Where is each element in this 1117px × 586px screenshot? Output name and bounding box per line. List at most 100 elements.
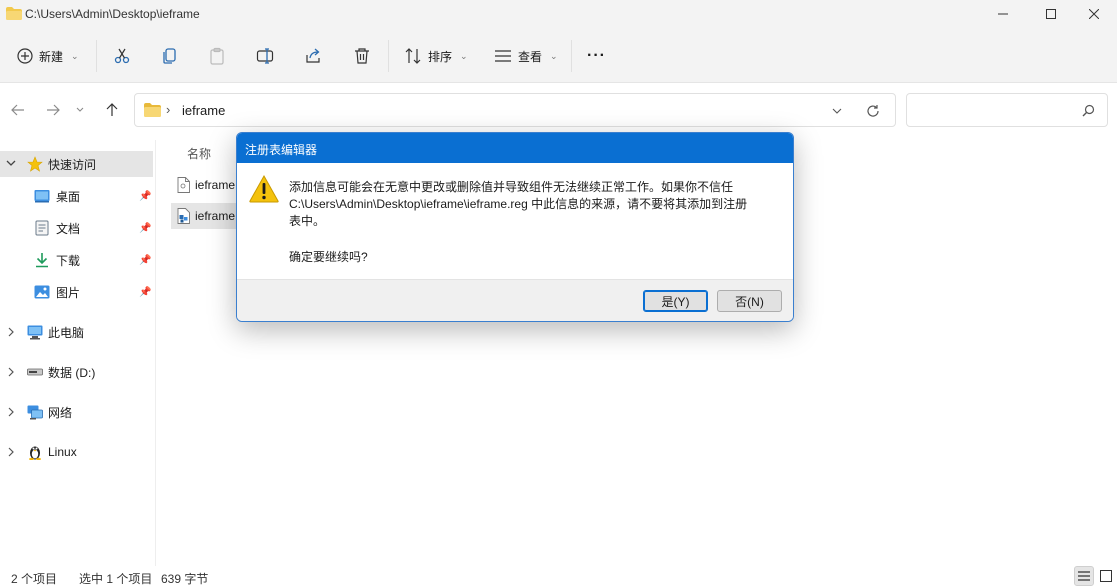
back-button[interactable] <box>7 99 29 121</box>
large-icons-view-button[interactable] <box>1096 566 1116 586</box>
arrow-left-icon <box>11 104 24 116</box>
registry-editor-dialog: 注册表编辑器 添加信息可能会在无意中更改或删除值并导致组件无法继续正常工作。如果… <box>236 132 794 322</box>
paste-button[interactable] <box>208 44 226 68</box>
copy-button[interactable] <box>161 44 179 68</box>
dialog-title: 注册表编辑器 <box>245 143 318 157</box>
reg-file-icon <box>177 208 190 224</box>
toolbar-divider <box>571 40 572 72</box>
close-icon <box>1089 9 1099 19</box>
network-icon <box>27 404 43 420</box>
minimize-icon <box>998 13 1008 15</box>
more-options-button[interactable]: ··· <box>587 44 606 68</box>
sidebar-item-pictures[interactable]: 图片 📌 <box>0 279 153 305</box>
sort-button[interactable]: 排序 ⌄ <box>404 44 468 68</box>
arrow-right-icon <box>47 104 60 116</box>
sidebar-item-label: 桌面 <box>56 189 81 204</box>
chevron-right-icon <box>8 367 14 377</box>
minimize-button[interactable] <box>980 0 1026 28</box>
selection-size: 639 字节 <box>161 572 209 586</box>
thumbnail-view-icon <box>1100 570 1112 582</box>
pin-icon: 📌 <box>139 190 152 202</box>
sidebar-item-quick-access[interactable]: 快速访问 <box>0 151 153 177</box>
view-label: 查看 <box>518 49 543 64</box>
sidebar-item-label: 数据 (D:) <box>48 365 96 380</box>
sidebar-item-label: Linux <box>48 445 77 459</box>
maximize-icon <box>1046 9 1056 19</box>
maximize-button[interactable] <box>1028 0 1074 28</box>
view-button[interactable]: 查看 ⌄ <box>494 44 558 68</box>
sidebar-item-documents[interactable]: 文档 📌 <box>0 215 153 241</box>
yes-button[interactable]: 是(Y) <box>643 290 708 312</box>
dialog-question: 确定要继续吗? <box>289 250 368 264</box>
refresh-icon[interactable] <box>866 104 880 118</box>
details-view-icon <box>1078 571 1090 581</box>
new-button[interactable]: 新建 ⌄ <box>17 44 79 68</box>
sidebar-item-downloads[interactable]: 下载 📌 <box>0 247 153 273</box>
desktop-icon <box>34 188 50 204</box>
folder-icon <box>144 103 161 117</box>
recent-locations-button[interactable] <box>72 99 88 121</box>
sidebar-item-linux[interactable]: Linux <box>0 439 153 465</box>
cut-button[interactable] <box>113 44 131 68</box>
share-icon <box>306 48 320 63</box>
share-button[interactable] <box>304 44 322 68</box>
warning-icon <box>249 175 279 203</box>
sort-icon <box>405 48 421 64</box>
scissors-icon <box>114 48 130 64</box>
close-window-button[interactable] <box>1071 0 1117 28</box>
computer-icon <box>27 324 43 340</box>
chevron-down-icon: ⌄ <box>71 50 79 61</box>
file-icon <box>177 177 190 193</box>
sidebar-item-label: 快速访问 <box>48 157 97 172</box>
sidebar-item-label: 图片 <box>56 285 81 300</box>
download-icon <box>34 252 50 268</box>
status-bar: 2 个项目 选中 1 个项目 639 字节 <box>0 566 1117 586</box>
paste-icon <box>210 47 224 65</box>
sidebar-item-desktop[interactable]: 桌面 📌 <box>0 183 153 209</box>
documents-icon <box>34 220 50 236</box>
command-bar: 新建 ⌄ 排序 ⌄ 查看 ⌄ ··· <box>0 28 1117 83</box>
toolbar-divider <box>96 40 97 72</box>
sidebar-item-drive-d[interactable]: 数据 (D:) <box>0 359 153 385</box>
delete-button[interactable] <box>353 44 371 68</box>
chevron-right-icon <box>8 447 14 457</box>
details-view-button[interactable] <box>1074 566 1094 586</box>
sidebar-item-this-pc[interactable]: 此电脑 <box>0 319 153 345</box>
list-view-icon <box>495 50 511 62</box>
dialog-message-line: 添加信息可能会在无意中更改或删除值并导致组件无法继续正常工作。如果你不信任 <box>289 180 734 194</box>
dialog-title-bar[interactable]: 注册表编辑器 <box>237 133 793 163</box>
arrow-up-icon <box>106 103 118 116</box>
chevron-down-icon[interactable] <box>832 108 842 115</box>
chevron-down-icon <box>76 107 84 112</box>
up-button[interactable] <box>101 99 123 121</box>
drive-icon <box>27 364 43 380</box>
breadcrumb-ieframe[interactable]: ieframe <box>182 103 225 118</box>
search-icon <box>1082 104 1095 117</box>
forward-button[interactable] <box>42 99 64 121</box>
chevron-down-icon: ⌄ <box>550 50 558 61</box>
sidebar-item-network[interactable]: 网络 <box>0 399 153 425</box>
sidebar-item-label: 此电脑 <box>48 325 85 340</box>
chevron-down-icon <box>6 160 16 166</box>
plus-circle-icon <box>17 48 33 64</box>
breadcrumb-separator: › <box>166 102 171 117</box>
pin-icon: 📌 <box>139 254 152 266</box>
copy-icon <box>163 48 176 64</box>
sidebar-item-label: 网络 <box>48 405 73 420</box>
rename-icon <box>256 48 274 64</box>
navigation-pane: 快速访问 桌面 📌 文档 📌 下载 📌 图片 📌 此电脑 数据 (D:) 网络 … <box>0 140 156 566</box>
no-button[interactable]: 否(N) <box>717 290 782 312</box>
pictures-icon <box>34 284 50 300</box>
item-count: 2 个项目 <box>11 572 58 586</box>
address-bar[interactable]: › ieframe <box>134 93 896 127</box>
trash-icon <box>355 48 369 64</box>
column-header-name[interactable]: 名称 <box>187 145 211 162</box>
linux-penguin-icon <box>27 444 43 460</box>
file-name: ieframe <box>195 209 236 223</box>
file-name: ieframe <box>195 178 236 192</box>
chevron-down-icon: ⌄ <box>460 50 468 61</box>
dialog-message-line: 表中。 <box>289 214 326 228</box>
rename-button[interactable] <box>256 44 274 68</box>
star-icon <box>27 156 43 172</box>
search-input[interactable] <box>906 93 1108 127</box>
